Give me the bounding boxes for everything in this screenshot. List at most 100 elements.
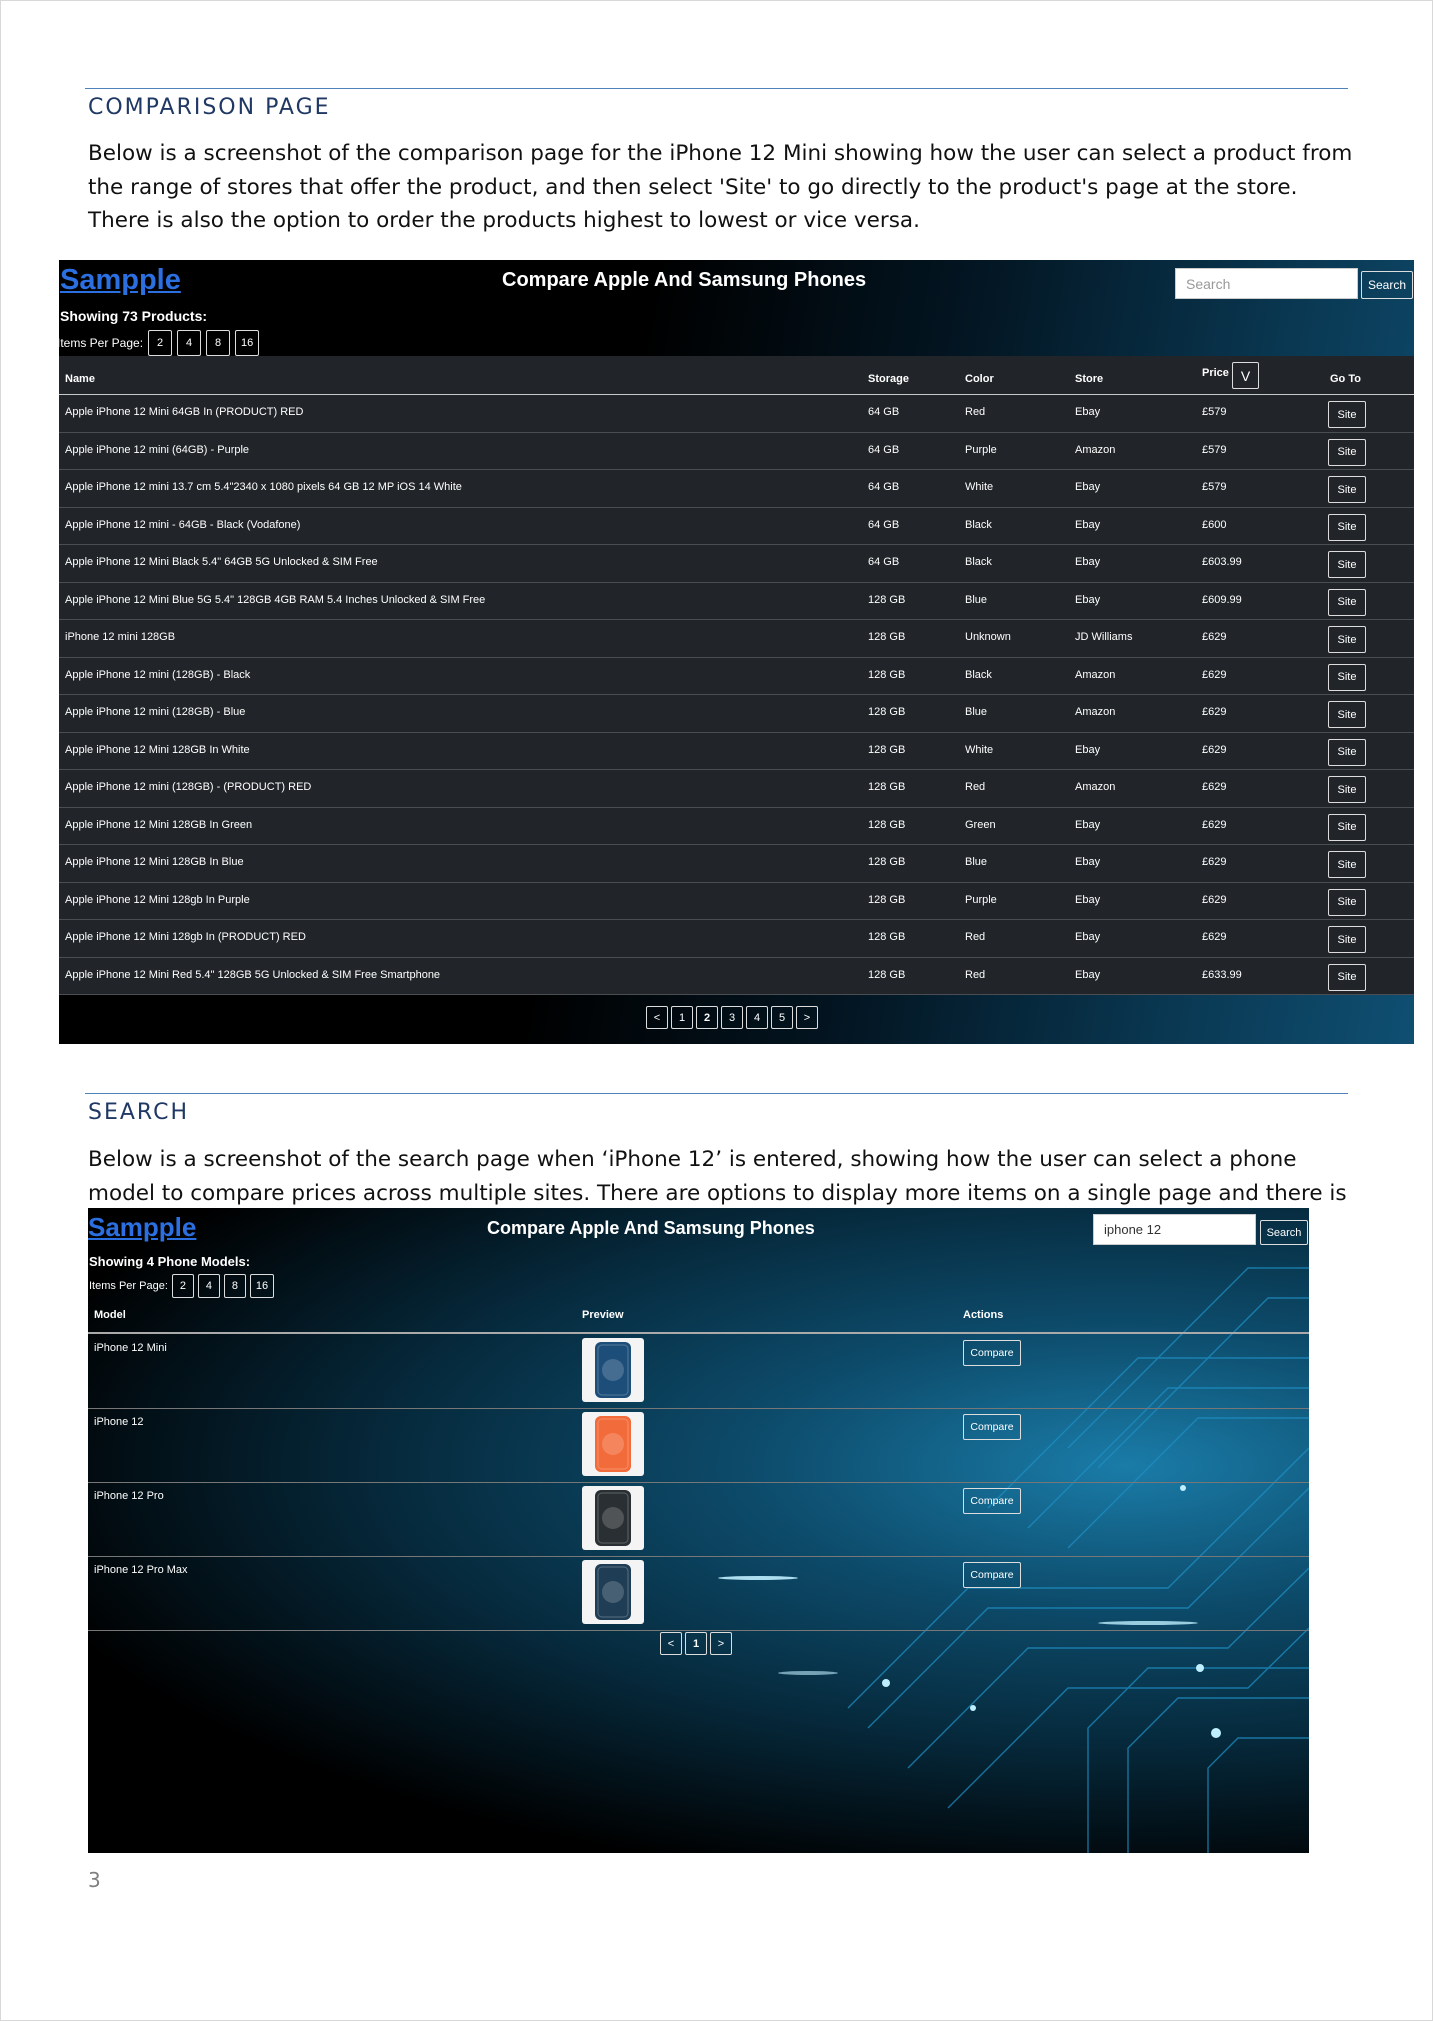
site-button[interactable]: Site [1328,926,1366,953]
site-button[interactable]: Site [1328,851,1366,878]
search-button[interactable]: Search [1361,271,1413,299]
site-button[interactable]: Site [1328,588,1366,616]
table-header: Model Preview Actions [88,1300,1309,1334]
cell-store: Ebay [1075,518,1101,531]
items-per-page: Items Per Page: 2 4 8 16 [59,330,260,356]
site-button[interactable]: Site [1328,776,1366,803]
sort-order-button[interactable]: V [1232,362,1259,389]
section-heading-search: SEARCH [88,1100,190,1125]
site-button[interactable]: Site [1328,438,1366,466]
site-button[interactable]: Site [1328,551,1366,578]
items-per-page-button[interactable]: 2 [148,330,173,356]
phone-preview-image [582,1412,644,1476]
site-button[interactable]: Site [1328,813,1366,841]
prev-page-button[interactable]: < [646,1006,668,1029]
phone-preview-image [582,1560,644,1624]
next-page-button[interactable]: > [796,1006,818,1029]
site-logo[interactable]: Sampple [88,1212,196,1243]
cell-price: £579 [1202,443,1227,456]
compare-button[interactable]: Compare [963,1414,1021,1440]
cell-name: Apple iPhone 12 Mini 128GB In Blue [65,856,244,868]
cell-name: Apple iPhone 12 mini 13.7 cm 5.4"2340 x … [65,481,462,493]
site-logo[interactable]: Sampple [60,264,181,297]
section-rule [85,88,1348,89]
phone-icon [595,1342,631,1398]
cell-price: £629 [1202,856,1227,868]
next-page-button[interactable]: > [710,1632,732,1655]
site-button[interactable]: Site [1328,963,1366,991]
cell-name: Apple iPhone 12 mini (128GB) - (PRODUCT)… [65,781,312,793]
cell-store: Ebay [1075,893,1101,906]
section-heading-comparison: COMPARISON PAGE [88,95,331,120]
search-input[interactable]: Search [1175,268,1358,299]
prev-page-button[interactable]: < [660,1632,682,1655]
cell-price: £629 [1202,931,1227,943]
page-button[interactable]: 5 [771,1006,793,1029]
search-button[interactable]: Search [1260,1220,1308,1245]
items-per-page-label: Items Per Page: [89,1280,168,1292]
items-per-page-button[interactable]: 2 [171,1274,194,1298]
table-row: Apple iPhone 12 mini (128GB) - Black 128 … [59,657,1414,695]
cell-store: Ebay [1075,556,1101,568]
page-button[interactable]: 1 [671,1006,693,1029]
table-row: Apple iPhone 12 mini - 64GB - Black (Vod… [59,507,1414,545]
cell-name: Apple iPhone 12 Mini 128GB In White [65,743,250,756]
items-per-page: Items Per Page: 2 4 8 16 [89,1274,275,1298]
column-header-goto: Go To [1330,373,1361,385]
app-title: Compare Apple And Samsung Phones [502,269,867,291]
cell-color: White [965,481,994,493]
cell-store: Amazon [1075,781,1116,793]
items-per-page-button[interactable]: 8 [206,330,231,356]
cell-storage: 64 GB [868,481,900,493]
site-button[interactable]: Site [1328,738,1366,766]
cell-name: iPhone 12 mini 128GB [65,631,176,643]
cell-name: Apple iPhone 12 Mini Red 5.4" 128GB 5G U… [65,968,441,981]
column-header-actions: Actions [963,1309,1004,1321]
items-per-page-button[interactable]: 4 [177,330,202,356]
page-number: 3 [88,1868,101,1892]
cell-price: £629 [1202,743,1227,756]
cell-color: Black [965,518,992,531]
site-button[interactable]: Site [1328,476,1366,503]
results-count: Showing 73 Products: [60,308,208,324]
model-name: iPhone 12 [94,1416,144,1428]
site-button[interactable]: Site [1328,663,1366,691]
table-row: Apple iPhone 12 mini (128GB) - (PRODUCT)… [59,770,1414,808]
cell-name: Apple iPhone 12 Mini 64GB In (PRODUCT) R… [65,406,304,418]
phone-preview-image [582,1486,644,1550]
cell-name: Apple iPhone 12 Mini 128gb In Purple [65,893,250,906]
site-button[interactable]: Site [1328,701,1366,728]
items-per-page-button[interactable]: 16 [249,1274,275,1298]
cell-storage: 64 GB [868,406,900,418]
site-button[interactable]: Site [1328,513,1366,541]
site-button[interactable]: Site [1328,626,1366,653]
cell-name: Apple iPhone 12 Mini Black 5.4" 64GB 5G … [65,556,378,568]
table-body: Apple iPhone 12 Mini 64GB In (PRODUCT) R… [59,395,1414,995]
page-button[interactable]: 3 [721,1006,743,1029]
model-row: iPhone 12 Pro Max Compare [88,1556,1309,1631]
items-per-page-button[interactable]: 16 [235,330,260,356]
compare-button[interactable]: Compare [963,1488,1021,1514]
page-button[interactable]: 1 [685,1632,707,1655]
table-header: Name Storage Color Store Price V Go To [59,356,1414,395]
model-row: iPhone 12 Compare [88,1408,1309,1483]
cell-price: £579 [1202,481,1227,493]
phone-icon [595,1416,631,1472]
model-name: iPhone 12 Pro Max [94,1564,188,1576]
cell-store: Ebay [1075,968,1101,981]
items-per-page-button[interactable]: 4 [197,1274,220,1298]
site-button[interactable]: Site [1328,401,1366,428]
cell-storage: 128 GB [868,743,906,756]
search-input[interactable]: iphone 12 [1093,1214,1256,1245]
cell-storage: 128 GB [868,706,906,718]
site-button[interactable]: Site [1328,888,1366,916]
compare-button[interactable]: Compare [963,1340,1021,1366]
compare-button[interactable]: Compare [963,1562,1021,1588]
cell-color: Black [965,668,992,681]
cell-color: Red [965,406,986,418]
page-button[interactable]: 2 [696,1006,718,1029]
page-button[interactable]: 4 [746,1006,768,1029]
cell-price: £600 [1202,518,1227,531]
items-per-page-button[interactable]: 8 [223,1274,246,1298]
table-row: Apple iPhone 12 Mini Black 5.4" 64GB 5G … [59,545,1414,583]
